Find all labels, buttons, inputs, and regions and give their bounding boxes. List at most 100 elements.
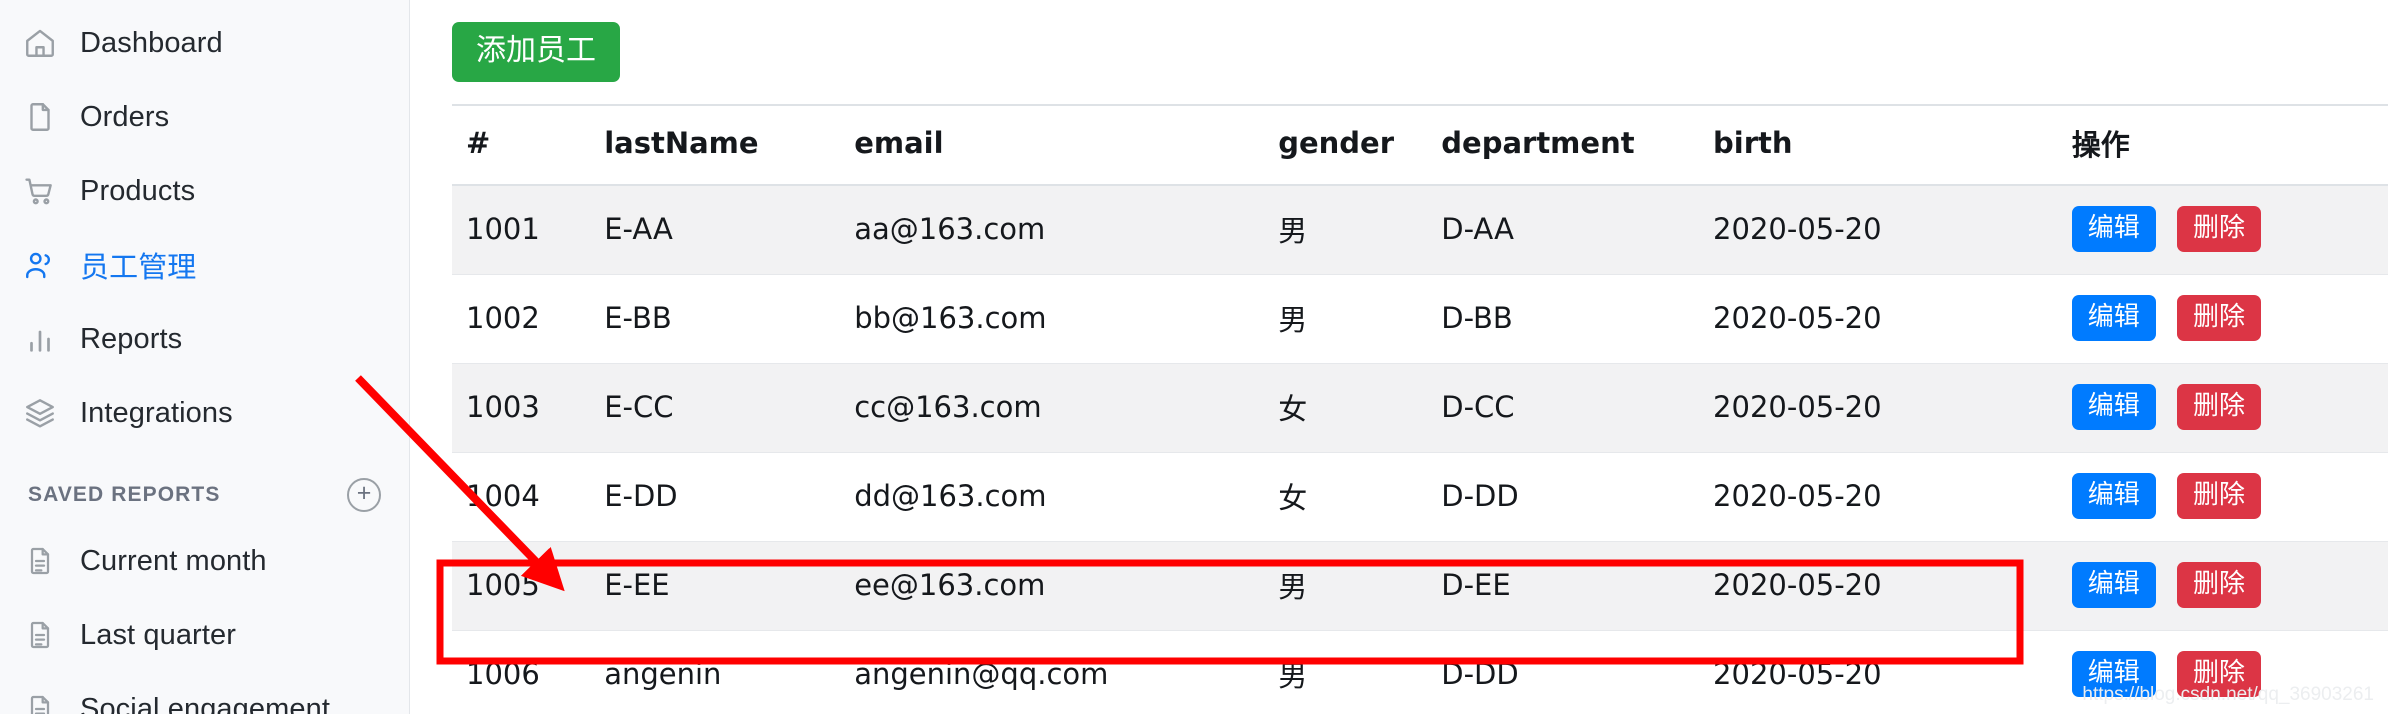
cell-lastname: E-CC (604, 363, 855, 453)
sidebar-item-label: Products (80, 174, 196, 207)
sidebar-item-label: Last quarter (80, 618, 236, 651)
plus-circle-icon[interactable]: + (347, 478, 381, 512)
cell-id: 1004 (452, 452, 605, 542)
table-row: 1003 E-CC cc@163.com 女 D-CC 2020-05-20 编… (452, 363, 2388, 453)
document-text-icon (22, 543, 58, 579)
cell-actions: 编辑 删除 (2071, 363, 2388, 453)
edit-button[interactable]: 编辑 (2071, 562, 2156, 608)
sidebar-item-products[interactable]: Products (0, 154, 409, 228)
cell-birth: 2020-05-20 (1713, 185, 2072, 275)
layers-icon (22, 395, 58, 431)
sidebar-item-reports[interactable]: Reports (0, 302, 409, 376)
cell-department: D-EE (1441, 541, 1714, 631)
cell-lastname: E-DD (604, 452, 855, 542)
cell-id: 1002 (452, 274, 605, 364)
document-text-icon (22, 617, 58, 653)
cell-gender: 男 (1278, 630, 1442, 714)
cell-actions: 编辑 删除 (2071, 274, 2388, 364)
sidebar-item-label: Orders (80, 100, 170, 133)
sidebar-item-label: 员工管理 (80, 252, 197, 284)
column-header-birth: birth (1713, 104, 2072, 186)
cell-gender: 男 (1278, 541, 1442, 631)
saved-reports-section-header: SAVED REPORTS + (0, 450, 409, 524)
shopping-cart-icon (22, 173, 58, 209)
users-icon (22, 247, 58, 283)
table-row: 1004 E-DD dd@163.com 女 D-DD 2020-05-20 编… (452, 452, 2388, 542)
sidebar-item-dashboard[interactable]: Dashboard (0, 6, 409, 80)
delete-button[interactable]: 删除 (2177, 562, 2262, 608)
sidebar-item-label: Integrations (80, 396, 233, 429)
employee-table: # lastName email gender department birth… (452, 104, 2388, 714)
cell-department: D-CC (1441, 363, 1714, 453)
cell-birth: 2020-05-20 (1713, 363, 2072, 453)
cell-gender: 男 (1278, 274, 1442, 364)
delete-button[interactable]: 删除 (2177, 206, 2262, 252)
cell-email: angenin@qq.com (854, 630, 1279, 714)
table-row: 1005 E-EE ee@163.com 男 D-EE 2020-05-20 编… (452, 541, 2388, 631)
sidebar: Dashboard Orders Products 员工管理 Reports I… (0, 0, 410, 714)
cell-gender: 女 (1278, 452, 1442, 542)
table-header: # lastName email gender department birth… (452, 104, 2388, 186)
cell-department: D-BB (1441, 274, 1714, 364)
column-header-id: # (452, 104, 605, 186)
app-root: Dashboard Orders Products 员工管理 Reports I… (0, 0, 2388, 714)
delete-button[interactable]: 删除 (2177, 473, 2262, 519)
cell-birth: 2020-05-20 (1713, 630, 2072, 714)
sidebar-item-label: Dashboard (80, 26, 223, 59)
column-header-gender: gender (1278, 104, 1442, 186)
cell-email: dd@163.com (854, 452, 1279, 542)
sidebar-item-social-engagement[interactable]: Social engagement (0, 672, 409, 714)
delete-button[interactable]: 删除 (2177, 295, 2262, 341)
sidebar-item-label: Current month (80, 544, 267, 577)
column-header-lastname: lastName (604, 104, 855, 186)
table-header-row: # lastName email gender department birth… (452, 104, 2388, 186)
column-header-department: department (1441, 104, 1714, 186)
cell-actions: 编辑 删除 (2071, 541, 2388, 631)
table-row: 1001 E-AA aa@163.com 男 D-AA 2020-05-20 编… (452, 185, 2388, 275)
sidebar-item-current-month[interactable]: Current month (0, 524, 409, 598)
cell-email: bb@163.com (854, 274, 1279, 364)
delete-button[interactable]: 删除 (2177, 384, 2262, 430)
cell-birth: 2020-05-20 (1713, 541, 2072, 631)
cell-email: aa@163.com (854, 185, 1279, 275)
sidebar-item-orders[interactable]: Orders (0, 80, 409, 154)
edit-button[interactable]: 编辑 (2071, 206, 2156, 252)
home-icon (22, 25, 58, 61)
cell-lastname: E-AA (604, 185, 855, 275)
edit-button[interactable]: 编辑 (2071, 384, 2156, 430)
file-icon (22, 99, 58, 135)
cell-id: 1006 (452, 630, 605, 714)
column-header-email: email (854, 104, 1279, 186)
cell-department: D-DD (1441, 452, 1714, 542)
cell-gender: 女 (1278, 363, 1442, 453)
cell-gender: 男 (1278, 185, 1442, 275)
cell-department: D-AA (1441, 185, 1714, 275)
table-row: 1002 E-BB bb@163.com 男 D-BB 2020-05-20 编… (452, 274, 2388, 364)
cell-department: D-DD (1441, 630, 1714, 714)
cell-id: 1005 (452, 541, 605, 631)
table-body: 1001 E-AA aa@163.com 男 D-AA 2020-05-20 编… (452, 185, 2388, 714)
column-header-actions: 操作 (2071, 104, 2388, 186)
cell-lastname: angenin (604, 630, 855, 714)
cell-id: 1003 (452, 363, 605, 453)
bar-chart-icon (22, 321, 58, 357)
sidebar-item-employee-management[interactable]: 员工管理 (0, 228, 409, 302)
edit-button[interactable]: 编辑 (2071, 295, 2156, 341)
cell-lastname: E-BB (604, 274, 855, 364)
cell-actions: 编辑 删除 (2071, 185, 2388, 275)
document-text-icon (22, 691, 58, 714)
watermark: https://blog.csdn.net/qq_36903261 (2082, 684, 2374, 705)
cell-birth: 2020-05-20 (1713, 274, 2072, 364)
sidebar-item-last-quarter[interactable]: Last quarter (0, 598, 409, 672)
cell-id: 1001 (452, 185, 605, 275)
cell-birth: 2020-05-20 (1713, 452, 2072, 542)
sidebar-item-integrations[interactable]: Integrations (0, 376, 409, 450)
cell-email: cc@163.com (854, 363, 1279, 453)
add-employee-button[interactable]: 添加员工 (452, 22, 620, 82)
main-content: 添加员工 # lastName email gender department … (410, 0, 2388, 714)
cell-email: ee@163.com (854, 541, 1279, 631)
sidebar-item-label: Reports (80, 322, 183, 355)
sidebar-item-label: Social engagement (80, 692, 330, 714)
cell-actions: 编辑 删除 (2071, 452, 2388, 542)
edit-button[interactable]: 编辑 (2071, 473, 2156, 519)
